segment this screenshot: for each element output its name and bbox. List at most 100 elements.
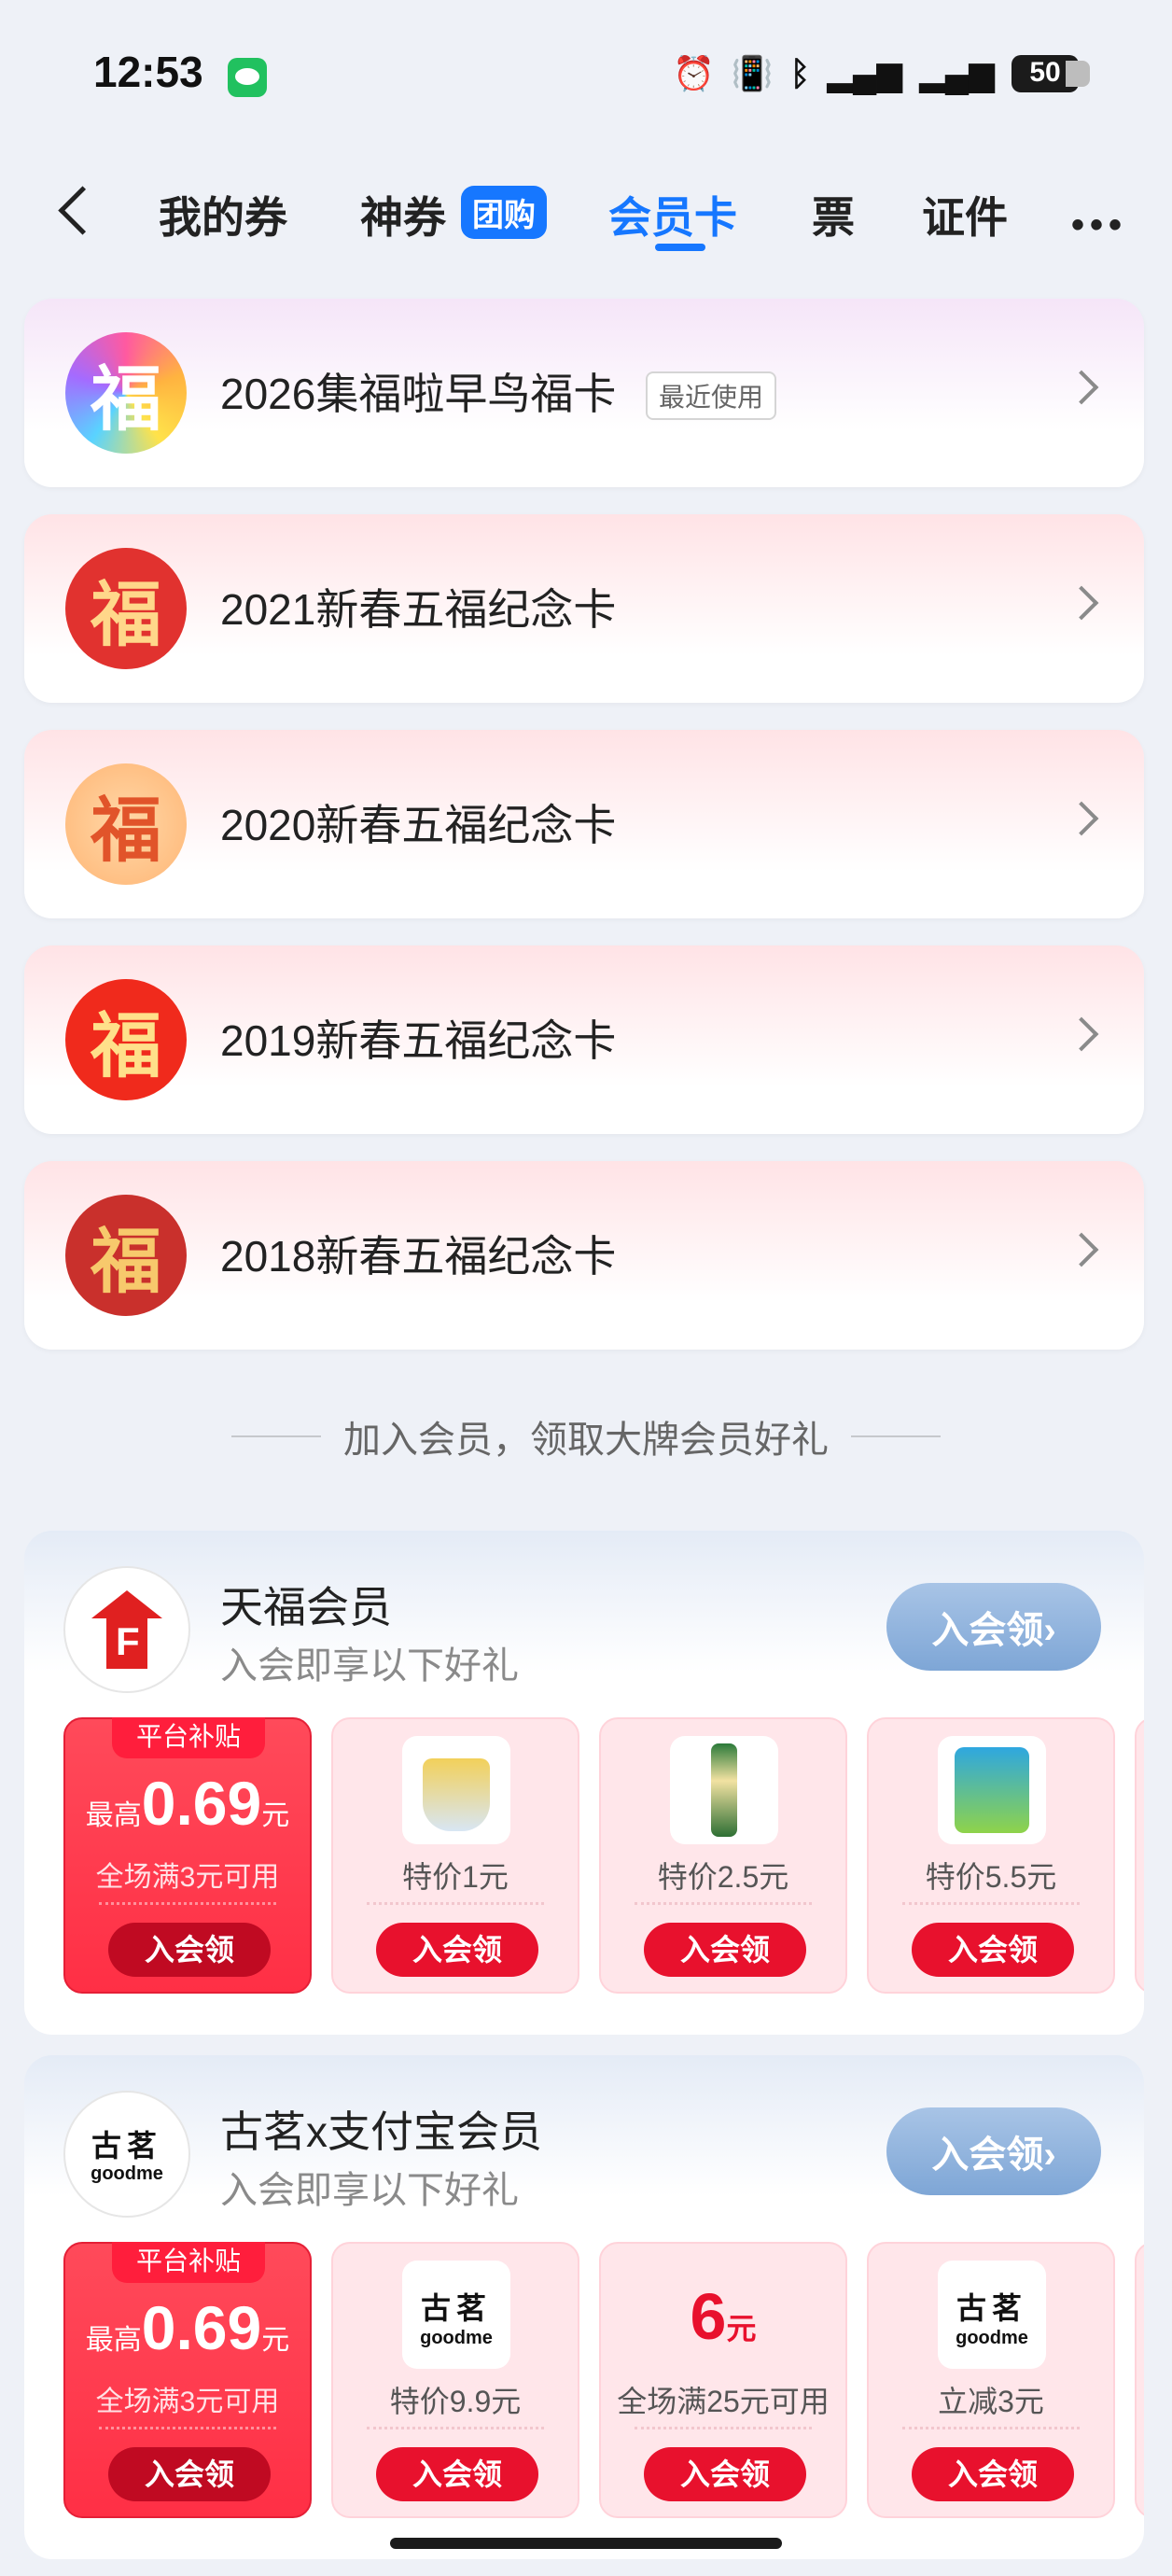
coupon-item[interactable]: 古茗 goodme 立减3元 入会领 xyxy=(867,2242,1115,2518)
card-title: 2020新春五福纪念卡 xyxy=(220,801,617,849)
coupon-amount: 最高0.69元 xyxy=(85,2293,290,2362)
battery-level: 50 xyxy=(1029,57,1061,88)
dotted-divider xyxy=(902,2427,1080,2429)
coupon-join-button[interactable]: 入会领 xyxy=(108,2447,271,2501)
fu-card-2021[interactable]: 福 2021新春五福纪念卡 xyxy=(24,514,1144,703)
coupon-join-button[interactable]: 入会领 xyxy=(912,1923,1074,1977)
dotted-divider xyxy=(635,2427,812,2429)
goodme-product-logo: 古茗 goodme xyxy=(938,2261,1046,2369)
join-member-button[interactable]: 入会领› xyxy=(886,1583,1101,1671)
coupon-item[interactable]: 特价1元 入会领 xyxy=(331,1717,579,1994)
divider-line xyxy=(231,1435,321,1437)
coupon-condition: 全场满3元可用 xyxy=(95,1862,280,1893)
dotted-divider xyxy=(99,2427,276,2429)
card-title: 2021新春五福纪念卡 xyxy=(220,585,617,634)
clock: 12:53 xyxy=(93,48,203,96)
coupon-label: 特价9.9元 xyxy=(389,2385,522,2418)
section-title: 加入会员，领取大牌会员好礼 xyxy=(343,1420,829,1461)
fu-icon: 福 xyxy=(65,763,187,885)
member-block-goodme: 古茗 goodme 古茗x支付宝会员 入会即享以下好礼 入会领› 平台补贴 最高… xyxy=(24,2055,1144,2559)
chevron-right-icon xyxy=(1064,1232,1099,1267)
coupon-strip[interactable]: 平台补贴 最高0.69元 全场满3元可用 入会领 古茗 goodme 特价9.9… xyxy=(63,2242,1144,2522)
tab-super-coupons[interactable]: 神券 xyxy=(360,184,446,245)
tea-bottle-image xyxy=(670,1736,778,1844)
fu-card-2020[interactable]: 福 2020新春五福纪念卡 xyxy=(24,730,1144,918)
goodme-product-logo: 古茗 goodme xyxy=(402,2261,510,2369)
coupon-condition: 全场满3元可用 xyxy=(95,2387,280,2417)
coupon-amount: 最高0.69元 xyxy=(85,1769,290,1838)
coupon-item[interactable]: 特价2.5元 入会领 xyxy=(599,1717,847,1994)
coupon-item[interactable]: 古茗 goodme 特价9.9元 入会领 xyxy=(331,2242,579,2518)
fu-card-2026[interactable]: 福 2026集福啦早鸟福卡 最近使用 xyxy=(24,299,1144,487)
vibrate-icon: 📳 xyxy=(731,54,774,92)
divider-line xyxy=(851,1435,941,1437)
goodme-logo-en: goodme xyxy=(91,2163,163,2184)
bluetooth-icon: ᛒ xyxy=(789,54,811,92)
dotted-divider xyxy=(902,1902,1080,1905)
tab-tickets[interactable]: 票 xyxy=(812,184,855,245)
coupon-join-button[interactable]: 入会领 xyxy=(376,2447,538,2501)
coupon-join-button[interactable]: 入会领 xyxy=(108,1923,271,1977)
platform-subsidy-tag: 平台补贴 xyxy=(112,2242,265,2283)
more-options-icon[interactable]: ••• xyxy=(1071,204,1127,246)
top-tab-bar: 我的券 神券 团购 会员卡 票 证件 ••• xyxy=(0,163,1172,266)
back-arrow-icon[interactable] xyxy=(56,182,93,238)
fu-icon: 福 xyxy=(65,979,187,1100)
card-title: 2019新春五福纪念卡 xyxy=(220,1016,617,1065)
chevron-right-icon xyxy=(1064,585,1099,621)
alarm-icon: ⏰ xyxy=(672,54,715,92)
status-bar: 12:53 ⏰ 📳 ᛒ ▂▄▆ ▂▄▆ 50 xyxy=(0,0,1172,140)
recently-used-tag: 最近使用 xyxy=(646,371,777,420)
coupon-item[interactable]: 6元 全场满25元可用 入会领 xyxy=(599,2242,847,2518)
coupon-label: 特价1元 xyxy=(402,1860,509,1894)
member-block-tianfu: F 天福会员 入会即享以下好礼 入会领› 平台补贴 最高0.69元 全场满3元可… xyxy=(24,1531,1144,2035)
goodme-logo-cn: 古茗 xyxy=(91,2129,162,2163)
card-title: 2026集福啦早鸟福卡 xyxy=(220,370,617,418)
dotted-divider xyxy=(99,1902,276,1905)
noodle-cup-image xyxy=(402,1736,510,1844)
signal-5g-icon: ▂▄▆ xyxy=(827,54,903,92)
platform-subsidy-tag: 平台补贴 xyxy=(112,1717,265,1758)
active-tab-indicator xyxy=(655,244,705,251)
fu-card-2018[interactable]: 福 2018新春五福纪念卡 xyxy=(24,1161,1144,1350)
join-member-button[interactable]: 入会领› xyxy=(886,2107,1101,2195)
coupon-item-partial[interactable] xyxy=(1135,1717,1144,1994)
coupon-join-button[interactable]: 入会领 xyxy=(644,2447,806,2501)
wechat-notification-icon xyxy=(228,58,267,97)
coupon-item[interactable]: 特价5.5元 入会领 xyxy=(867,1717,1115,1994)
tianfu-house-icon: F xyxy=(91,1590,162,1671)
status-icons: ⏰ 📳 ᛒ ▂▄▆ ▂▄▆ 50 xyxy=(672,54,1090,93)
member-subtitle: 入会即享以下好礼 xyxy=(220,2170,519,2211)
platform-subsidy-coupon[interactable]: 平台补贴 最高0.69元 全场满3元可用 入会领 xyxy=(63,2242,312,2518)
chevron-right-icon xyxy=(1064,370,1099,405)
chevron-right-icon xyxy=(1064,1016,1099,1052)
coupon-join-button[interactable]: 入会领 xyxy=(644,1923,806,1977)
section-header: 加入会员，领取大牌会员好礼 xyxy=(0,1409,1172,1463)
card-title: 2018新春五福纪念卡 xyxy=(220,1232,617,1281)
dotted-divider xyxy=(635,1902,812,1905)
group-buy-badge: 团购 xyxy=(461,186,547,239)
fu-card-2019[interactable]: 福 2019新春五福纪念卡 xyxy=(24,945,1144,1134)
signal-5g-icon-2: ▂▄▆ xyxy=(919,54,995,92)
goodme-logo: 古茗 goodme xyxy=(63,2091,190,2218)
chevron-right-icon xyxy=(1064,801,1099,836)
fu-icon: 福 xyxy=(65,332,187,454)
member-subtitle: 入会即享以下好礼 xyxy=(220,1645,519,1687)
home-indicator[interactable] xyxy=(390,2538,782,2549)
member-name: 古茗x支付宝会员 xyxy=(220,2107,542,2156)
member-name: 天福会员 xyxy=(220,1583,392,1631)
coupon-strip[interactable]: 平台补贴 最高0.69元 全场满3元可用 入会领 特价1元 入会领 特价2.5元… xyxy=(63,1717,1144,1997)
tab-ids[interactable]: 证件 xyxy=(922,184,1008,245)
tab-membership-cards[interactable]: 会员卡 xyxy=(608,184,737,245)
platform-subsidy-coupon[interactable]: 平台补贴 最高0.69元 全场满3元可用 入会领 xyxy=(63,1717,312,1994)
coupon-join-button[interactable]: 入会领 xyxy=(912,2447,1074,2501)
coupon-label: 特价2.5元 xyxy=(657,1860,789,1894)
tab-my-coupons[interactable]: 我的券 xyxy=(159,184,287,245)
battery-icon: 50 xyxy=(1012,55,1090,92)
coupon-label: 立减3元 xyxy=(938,2385,1044,2418)
coupon-join-button[interactable]: 入会领 xyxy=(376,1923,538,1977)
fu-icon: 福 xyxy=(65,1195,187,1316)
coupon-label: 特价5.5元 xyxy=(925,1860,1057,1894)
coupon-item-partial[interactable] xyxy=(1135,2242,1144,2518)
chips-bag-image xyxy=(938,1736,1046,1844)
